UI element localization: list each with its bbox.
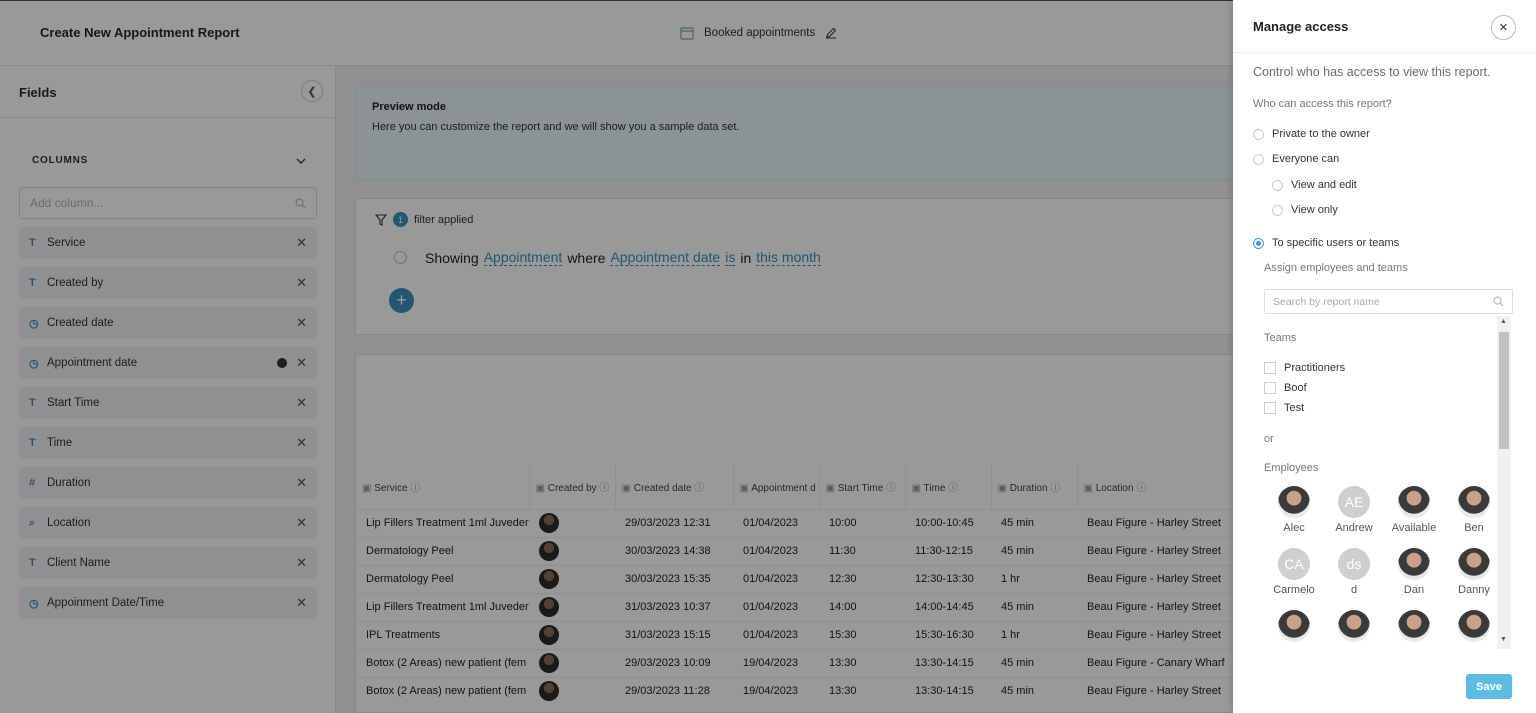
assignee-search-field[interactable] — [1264, 289, 1513, 314]
employee-name: Ben — [1464, 522, 1484, 534]
drawer-subtitle: Control who has access to view this repo… — [1253, 65, 1491, 79]
drawer-title: Manage access — [1253, 19, 1349, 34]
team-option[interactable]: Practitioners — [1264, 362, 1345, 374]
employee-option[interactable]: ds d — [1324, 548, 1384, 596]
avatar — [1458, 486, 1490, 518]
avatar-initials: ds — [1346, 556, 1362, 572]
assign-label: Assign employees and teams — [1264, 262, 1408, 274]
employee-name: Carmelo — [1273, 584, 1315, 596]
save-button[interactable]: Save — [1466, 674, 1512, 699]
employee-grid: Alec AE Andrew Available Ben CA Carmelo ds d Dan D… — [1264, 486, 1504, 646]
close-icon: ✕ — [1498, 22, 1509, 34]
option-specific[interactable]: To specific users or teams — [1253, 237, 1399, 249]
avatar: CA — [1278, 548, 1310, 580]
employee-name: d — [1350, 584, 1358, 596]
or-label: or — [1264, 433, 1274, 445]
employee-name: Andrew — [1335, 522, 1373, 534]
avatar: ds — [1338, 548, 1370, 580]
avatar — [1458, 548, 1490, 580]
employee-option[interactable]: Dan — [1384, 548, 1444, 596]
scroll-down-icon[interactable]: ▼ — [1500, 636, 1507, 643]
employee-option[interactable]: Ben — [1444, 486, 1504, 534]
radio-view-only[interactable] — [1272, 204, 1283, 216]
avatar: AE — [1338, 486, 1370, 518]
avatar-initials: CA — [1284, 556, 1304, 572]
option-view-edit-label: View and edit — [1291, 179, 1357, 191]
employees-label: Employees — [1264, 462, 1319, 474]
employee-name: Alec — [1283, 522, 1305, 534]
employee-name: Danny — [1458, 584, 1490, 596]
scroll-up-icon[interactable]: ▲ — [1500, 318, 1507, 325]
assignee-scrollbar[interactable]: ▲ ▼ — [1497, 316, 1511, 649]
option-everyone-label: Everyone can — [1272, 153, 1340, 165]
close-button[interactable]: ✕ — [1491, 15, 1516, 40]
scrollbar-thumb[interactable] — [1499, 332, 1509, 449]
employee-option[interactable] — [1324, 610, 1384, 646]
employee-option[interactable]: Alec — [1264, 486, 1324, 534]
team-label: Boof — [1284, 382, 1307, 394]
assignee-list: Teams Practitioners Boof Test or Employees… — [1264, 316, 1513, 649]
employee-option[interactable] — [1264, 610, 1324, 646]
avatar — [1458, 610, 1490, 642]
avatar — [1338, 610, 1370, 642]
manage-access-drawer: Manage access ✕ Control who has access t… — [1233, 0, 1536, 713]
radio-view-edit[interactable] — [1272, 179, 1283, 191]
avatar-initials: AE — [1344, 494, 1364, 510]
employee-option[interactable]: CA Carmelo — [1264, 548, 1324, 596]
employee-name: Dan — [1403, 584, 1425, 596]
team-checkbox[interactable] — [1264, 362, 1276, 374]
option-view-only-label: View only — [1291, 204, 1338, 216]
option-view-only[interactable]: View only — [1272, 204, 1338, 216]
option-everyone[interactable]: Everyone can — [1253, 153, 1339, 165]
option-specific-label: To specific users or teams — [1272, 237, 1400, 249]
drawer-header: Manage access ✕ — [1233, 0, 1536, 53]
team-checkbox[interactable] — [1264, 402, 1276, 414]
employee-option[interactable]: AE Andrew — [1324, 486, 1384, 534]
option-private[interactable]: Private to the owner — [1253, 128, 1370, 140]
employee-option[interactable] — [1384, 610, 1444, 646]
employee-name: Available — [1391, 522, 1437, 534]
avatar — [1278, 486, 1310, 518]
option-view-edit[interactable]: View and edit — [1272, 179, 1357, 191]
team-checkbox[interactable] — [1264, 382, 1276, 394]
team-label: Test — [1284, 402, 1305, 414]
employee-option[interactable]: Available — [1384, 486, 1444, 534]
team-option[interactable]: Test — [1264, 402, 1304, 414]
employee-option[interactable]: Danny — [1444, 548, 1504, 596]
radio-private[interactable] — [1253, 128, 1264, 140]
avatar — [1278, 610, 1310, 642]
option-private-label: Private to the owner — [1272, 128, 1370, 140]
avatar — [1398, 610, 1430, 642]
assignee-search-input[interactable] — [1273, 295, 1473, 308]
search-icon — [1493, 296, 1504, 307]
team-option[interactable]: Boof — [1264, 382, 1307, 394]
radio-specific[interactable] — [1253, 237, 1264, 249]
team-label: Practitioners — [1284, 362, 1346, 374]
employee-option[interactable] — [1444, 610, 1504, 646]
avatar — [1398, 548, 1430, 580]
access-question: Who can access this report? — [1253, 98, 1392, 110]
teams-label: Teams — [1264, 332, 1297, 344]
radio-everyone[interactable] — [1253, 153, 1264, 165]
avatar — [1398, 486, 1430, 518]
modal-overlay[interactable] — [0, 0, 1233, 713]
